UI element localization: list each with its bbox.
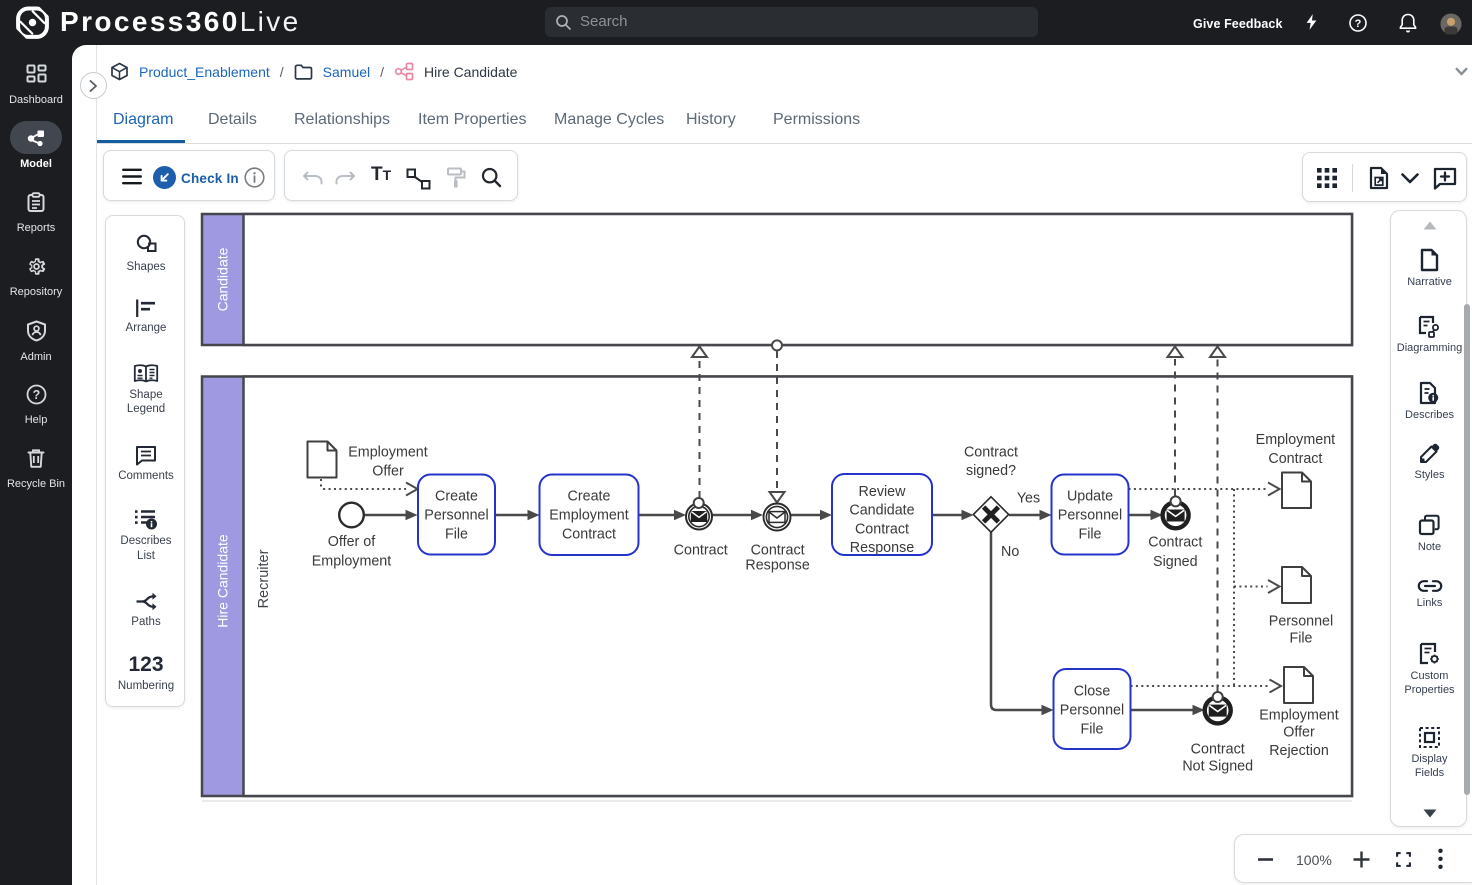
svg-text:Employment: Employment <box>549 508 628 524</box>
svg-text:Contract: Contract <box>562 527 616 543</box>
svg-text:Update: Update <box>1067 489 1113 505</box>
svg-text:?: ? <box>32 388 40 402</box>
svg-text:Close: Close <box>1074 684 1111 700</box>
svg-text:Recruiter: Recruiter <box>256 549 272 608</box>
svg-text:Contract: Contract <box>674 543 728 559</box>
svg-text:Personnel: Personnel <box>424 508 488 524</box>
svg-text:Contract: Contract <box>964 445 1018 461</box>
svg-text:Employment: Employment <box>1259 708 1338 724</box>
svg-text:Personnel: Personnel <box>1269 614 1333 630</box>
svg-text:Create: Create <box>435 489 478 505</box>
svg-text:Yes: Yes <box>1017 490 1040 506</box>
svg-text:No: No <box>1001 544 1019 560</box>
svg-text:?: ? <box>1355 18 1362 30</box>
svg-text:Create: Create <box>568 489 611 505</box>
svg-text:Hire Candidate: Hire Candidate <box>215 534 231 628</box>
svg-text:Review: Review <box>859 484 907 500</box>
svg-text:signed?: signed? <box>966 463 1016 479</box>
svg-text:Contract: Contract <box>1191 741 1245 757</box>
svg-text:File: File <box>1289 631 1312 647</box>
svg-text:Rejection: Rejection <box>1269 743 1329 759</box>
svg-text:Not Signed: Not Signed <box>1182 759 1253 775</box>
svg-text:Signed: Signed <box>1153 554 1198 570</box>
svg-text:File: File <box>445 527 468 543</box>
svg-text:Contract: Contract <box>751 543 805 559</box>
svg-text:Contract: Contract <box>1148 535 1202 551</box>
svg-text:Employment: Employment <box>348 445 427 461</box>
svg-text:Employment: Employment <box>312 554 391 570</box>
svg-text:Personnel: Personnel <box>1060 703 1124 719</box>
svg-text:Contract: Contract <box>855 521 909 537</box>
svg-text:Contract: Contract <box>1268 451 1322 467</box>
svg-text:File: File <box>1078 527 1101 543</box>
svg-text:Offer: Offer <box>1283 725 1315 741</box>
svg-text:Offer of: Offer of <box>328 534 375 550</box>
svg-text:Employment: Employment <box>1256 432 1335 448</box>
svg-text:Candidate: Candidate <box>849 503 914 519</box>
svg-text:Candidate: Candidate <box>215 247 231 311</box>
svg-text:Offer: Offer <box>372 464 404 480</box>
svg-text:Response: Response <box>745 558 809 574</box>
svg-text:Response: Response <box>850 540 914 556</box>
svg-text:Personnel: Personnel <box>1058 508 1122 524</box>
svg-text:File: File <box>1080 722 1103 738</box>
